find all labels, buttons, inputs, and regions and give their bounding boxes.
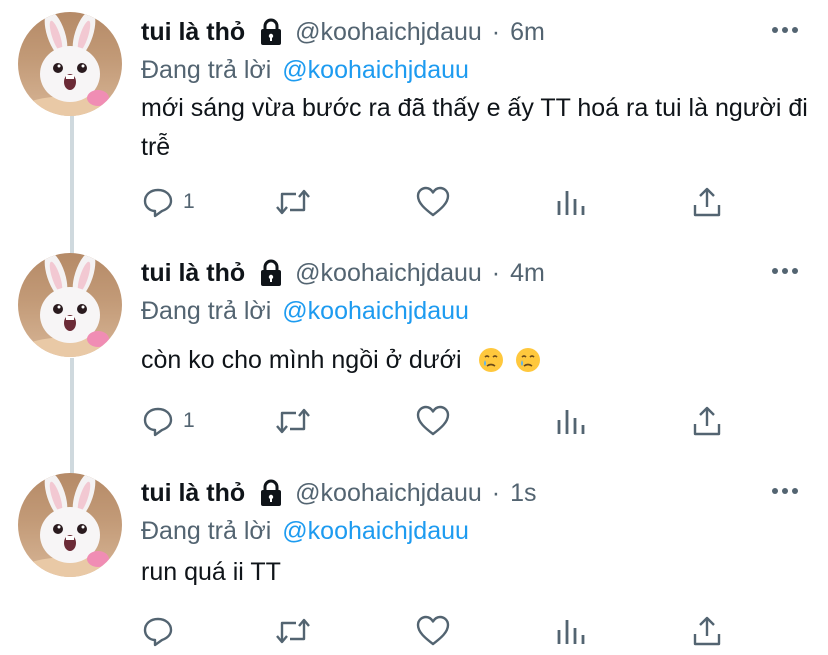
- retweet-button[interactable]: [274, 182, 312, 222]
- like-icon: [416, 186, 450, 217]
- lock-icon: [259, 259, 283, 287]
- tweet-actions: 1: [141, 182, 741, 222]
- timestamp[interactable]: 6m: [510, 18, 545, 47]
- tweet-text: còn ko cho mình ngồi ở dưới: [141, 346, 462, 374]
- analytics-icon: [557, 410, 585, 434]
- crying-face-emoji: [478, 346, 504, 372]
- reply-button[interactable]: 1: [141, 182, 195, 222]
- analytics-button[interactable]: [555, 182, 585, 222]
- tweet-actions: [141, 611, 741, 651]
- reply-icon: [143, 407, 173, 437]
- display-name[interactable]: tui là thỏ: [141, 18, 245, 47]
- replying-to-mention[interactable]: @koohaichjdauu: [282, 56, 469, 84]
- tweet-text: run quá ii TT: [141, 558, 281, 586]
- reply-count: 1: [183, 190, 195, 213]
- share-icon: [693, 406, 721, 436]
- replying-to-mention[interactable]: @koohaichjdauu: [282, 297, 469, 325]
- share-button[interactable]: [692, 611, 722, 651]
- separator-dot: ·: [491, 258, 501, 287]
- retweet-icon: [276, 408, 310, 434]
- display-name[interactable]: tui là thỏ: [141, 259, 245, 288]
- reply-count: 1: [183, 409, 195, 432]
- replying-to: Đang trả lời @koohaichjdauu: [141, 517, 469, 546]
- handle[interactable]: @koohaichjdauu: [295, 479, 482, 508]
- retweet-icon: [276, 189, 310, 215]
- replying-to-label: Đang trả lời: [141, 56, 272, 84]
- separator-dot: ·: [491, 478, 501, 507]
- lock-icon: [259, 18, 283, 46]
- tweet-header: tui là thỏ @koohaichjdauu · 1s: [141, 473, 537, 513]
- reply-button[interactable]: [141, 611, 183, 651]
- share-icon: [693, 187, 721, 217]
- tweet[interactable]: tui là thỏ @koohaichjdauu · 4m Đang trả …: [0, 253, 828, 453]
- tweet-text: mới sáng vừa bước ra đã thấy e ấy TT hoá…: [141, 94, 808, 161]
- tweet[interactable]: tui là thỏ @koohaichjdauu · 6m Đang trả …: [0, 12, 828, 232]
- share-icon: [693, 616, 721, 646]
- handle[interactable]: @koohaichjdauu: [295, 18, 482, 47]
- more-icon[interactable]: [770, 481, 800, 501]
- more-icon[interactable]: [770, 261, 800, 281]
- tweet[interactable]: tui là thỏ @koohaichjdauu · 1s Đang trả …: [0, 473, 828, 653]
- analytics-icon: [557, 191, 585, 215]
- analytics-icon: [557, 620, 585, 644]
- tweet-header: tui là thỏ @koohaichjdauu · 6m: [141, 12, 545, 52]
- reply-button[interactable]: 1: [141, 401, 195, 441]
- tweet-actions: 1: [141, 401, 741, 441]
- share-button[interactable]: [692, 182, 722, 222]
- separator-dot: ·: [491, 17, 501, 46]
- handle[interactable]: @koohaichjdauu: [295, 259, 482, 288]
- reply-icon: [143, 188, 173, 218]
- analytics-button[interactable]: [555, 401, 585, 441]
- replying-to: Đang trả lời @koohaichjdauu: [141, 56, 469, 85]
- replying-to-label: Đang trả lời: [141, 297, 272, 325]
- replying-to-mention[interactable]: @koohaichjdauu: [282, 517, 469, 545]
- like-icon: [416, 405, 450, 436]
- like-button[interactable]: [415, 611, 451, 651]
- timestamp[interactable]: 4m: [510, 259, 545, 288]
- more-icon[interactable]: [770, 20, 800, 40]
- analytics-button[interactable]: [555, 611, 585, 651]
- replying-to-label: Đang trả lời: [141, 517, 272, 545]
- retweet-icon: [276, 618, 310, 644]
- like-icon: [416, 615, 450, 646]
- avatar[interactable]: [18, 253, 122, 357]
- timestamp[interactable]: 1s: [510, 479, 536, 508]
- replying-to: Đang trả lời @koohaichjdauu: [141, 297, 469, 326]
- like-button[interactable]: [415, 182, 451, 222]
- tweet-text-container: còn ko cho mình ngồi ở dưới: [141, 341, 811, 380]
- display-name[interactable]: tui là thỏ: [141, 479, 245, 508]
- crying-face-emoji: [515, 346, 541, 372]
- reply-icon: [143, 617, 173, 647]
- like-button[interactable]: [415, 401, 451, 441]
- retweet-button[interactable]: [274, 611, 312, 651]
- share-button[interactable]: [692, 401, 722, 441]
- avatar[interactable]: [18, 473, 122, 577]
- lock-icon: [259, 479, 283, 507]
- avatar[interactable]: [18, 12, 122, 116]
- tweet-header: tui là thỏ @koohaichjdauu · 4m: [141, 253, 545, 293]
- retweet-button[interactable]: [274, 401, 312, 441]
